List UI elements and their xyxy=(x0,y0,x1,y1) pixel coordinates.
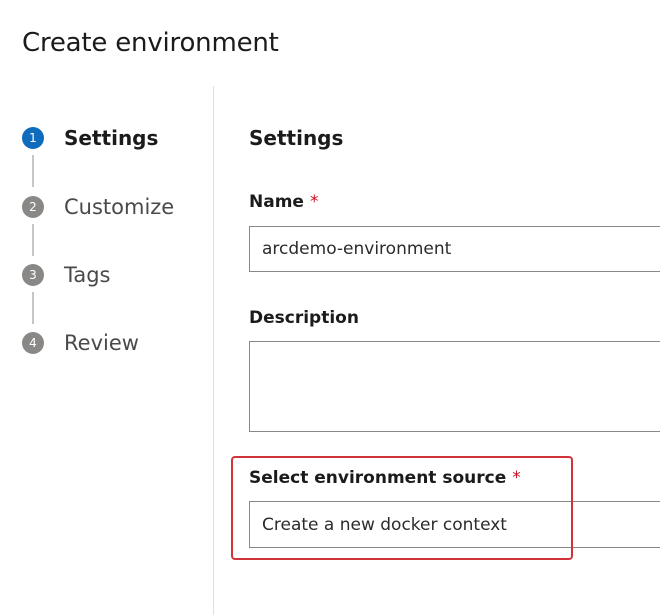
step-number-badge: 4 xyxy=(22,332,44,354)
step-number-badge: 2 xyxy=(22,196,44,218)
section-title: Settings xyxy=(249,126,344,150)
step-number-badge: 1 xyxy=(22,127,44,149)
step-connector xyxy=(32,292,34,324)
step-label: Customize xyxy=(64,195,175,219)
required-marker: * xyxy=(309,192,319,212)
wizard-divider xyxy=(213,86,214,615)
name-input[interactable] xyxy=(249,226,660,272)
step-review[interactable]: 4 Review xyxy=(22,328,139,358)
description-textarea[interactable] xyxy=(249,341,660,432)
step-connector xyxy=(32,155,34,187)
required-marker: * xyxy=(512,468,521,488)
wizard-steps: 1 Settings 2 Customize 3 Tags 4 Review xyxy=(0,0,214,615)
name-label: Name * xyxy=(249,192,318,212)
step-customize[interactable]: 2 Customize xyxy=(22,192,174,222)
step-label: Tags xyxy=(64,263,111,287)
step-tags[interactable]: 3 Tags xyxy=(22,260,111,290)
name-label-text: Name xyxy=(249,192,304,212)
step-number-badge: 3 xyxy=(22,264,44,286)
description-label: Description xyxy=(249,308,359,328)
environment-source-label-text: Select environment source xyxy=(249,468,507,488)
step-label: Review xyxy=(64,331,139,355)
step-label: Settings xyxy=(64,126,159,150)
environment-source-label: Select environment source * xyxy=(249,468,521,488)
step-connector xyxy=(32,224,34,256)
description-label-text: Description xyxy=(249,308,359,328)
environment-source-select[interactable] xyxy=(249,501,660,548)
step-settings[interactable]: 1 Settings xyxy=(22,123,158,153)
